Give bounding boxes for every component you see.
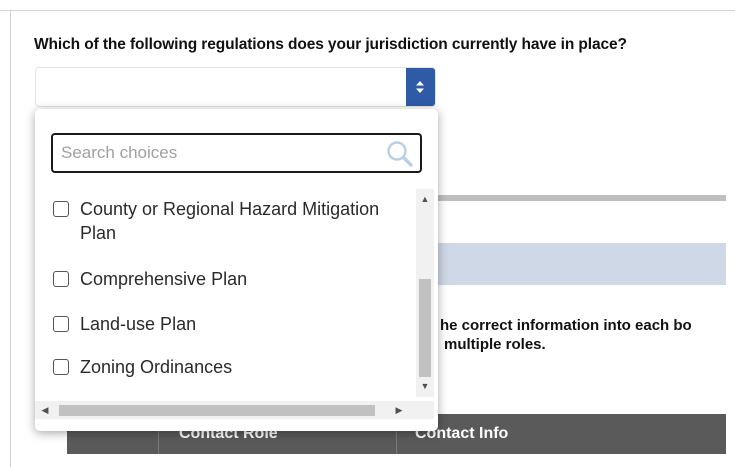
choices-list: County or Regional Hazard Mitigation Pla… [35,189,436,405]
question-label: Which of the following regulations does … [34,36,627,53]
instructions-text: he correct information into each bo mult… [440,316,692,354]
section-divider [436,195,726,201]
option-label: Zoning Ordinances [80,357,233,377]
sort-arrows-icon [416,81,424,93]
option-label-line-1: County or Regional Hazard Mitigation [80,199,380,219]
window-top-edge [0,0,735,11]
vertical-scroll-thumb[interactable] [419,279,431,377]
scroll-right-icon[interactable]: ▶ [391,401,407,419]
option-land-use-plan[interactable]: Land-use Plan [53,312,196,336]
scroll-up-icon[interactable]: ▲ [416,192,434,206]
checkbox[interactable] [53,201,69,217]
checkbox[interactable] [53,316,69,332]
search-field[interactable] [51,133,422,173]
window-left-edge [10,10,11,467]
vertical-scrollbar[interactable]: ▲ ▼ [416,189,434,397]
regulations-select[interactable] [35,67,436,107]
option-label: Comprehensive Plan [80,269,248,289]
scroll-left-icon[interactable]: ◀ [37,401,53,419]
option-label: County or Regional Hazard Mitigation Pla… [80,197,379,245]
option-label: Land-use Plan [80,314,197,334]
option-label-line-2: Plan [80,223,117,243]
instructions-line-1: he correct information into each bo [440,317,692,334]
checkbox[interactable] [53,271,69,287]
instructions-line-2: multiple roles. [444,336,546,353]
option-comprehensive-plan[interactable]: Comprehensive Plan [53,267,247,291]
option-county-hazard-mitigation[interactable]: County or Regional Hazard Mitigation Pla… [53,197,379,245]
section-band [436,243,726,285]
scrollbar-corner [416,401,434,419]
horizontal-scrollbar[interactable]: ◀ ▶ [35,401,416,419]
search-input[interactable] [61,135,381,171]
search-icon [387,141,413,167]
option-zoning-ordinances[interactable]: Zoning Ordinances [53,355,232,379]
scroll-down-icon[interactable]: ▼ [416,379,434,393]
select-toggle-button[interactable] [406,68,435,106]
horizontal-scroll-thumb[interactable] [59,405,375,416]
choices-dropdown: County or Regional Hazard Mitigation Pla… [35,109,438,431]
checkbox[interactable] [53,359,69,375]
